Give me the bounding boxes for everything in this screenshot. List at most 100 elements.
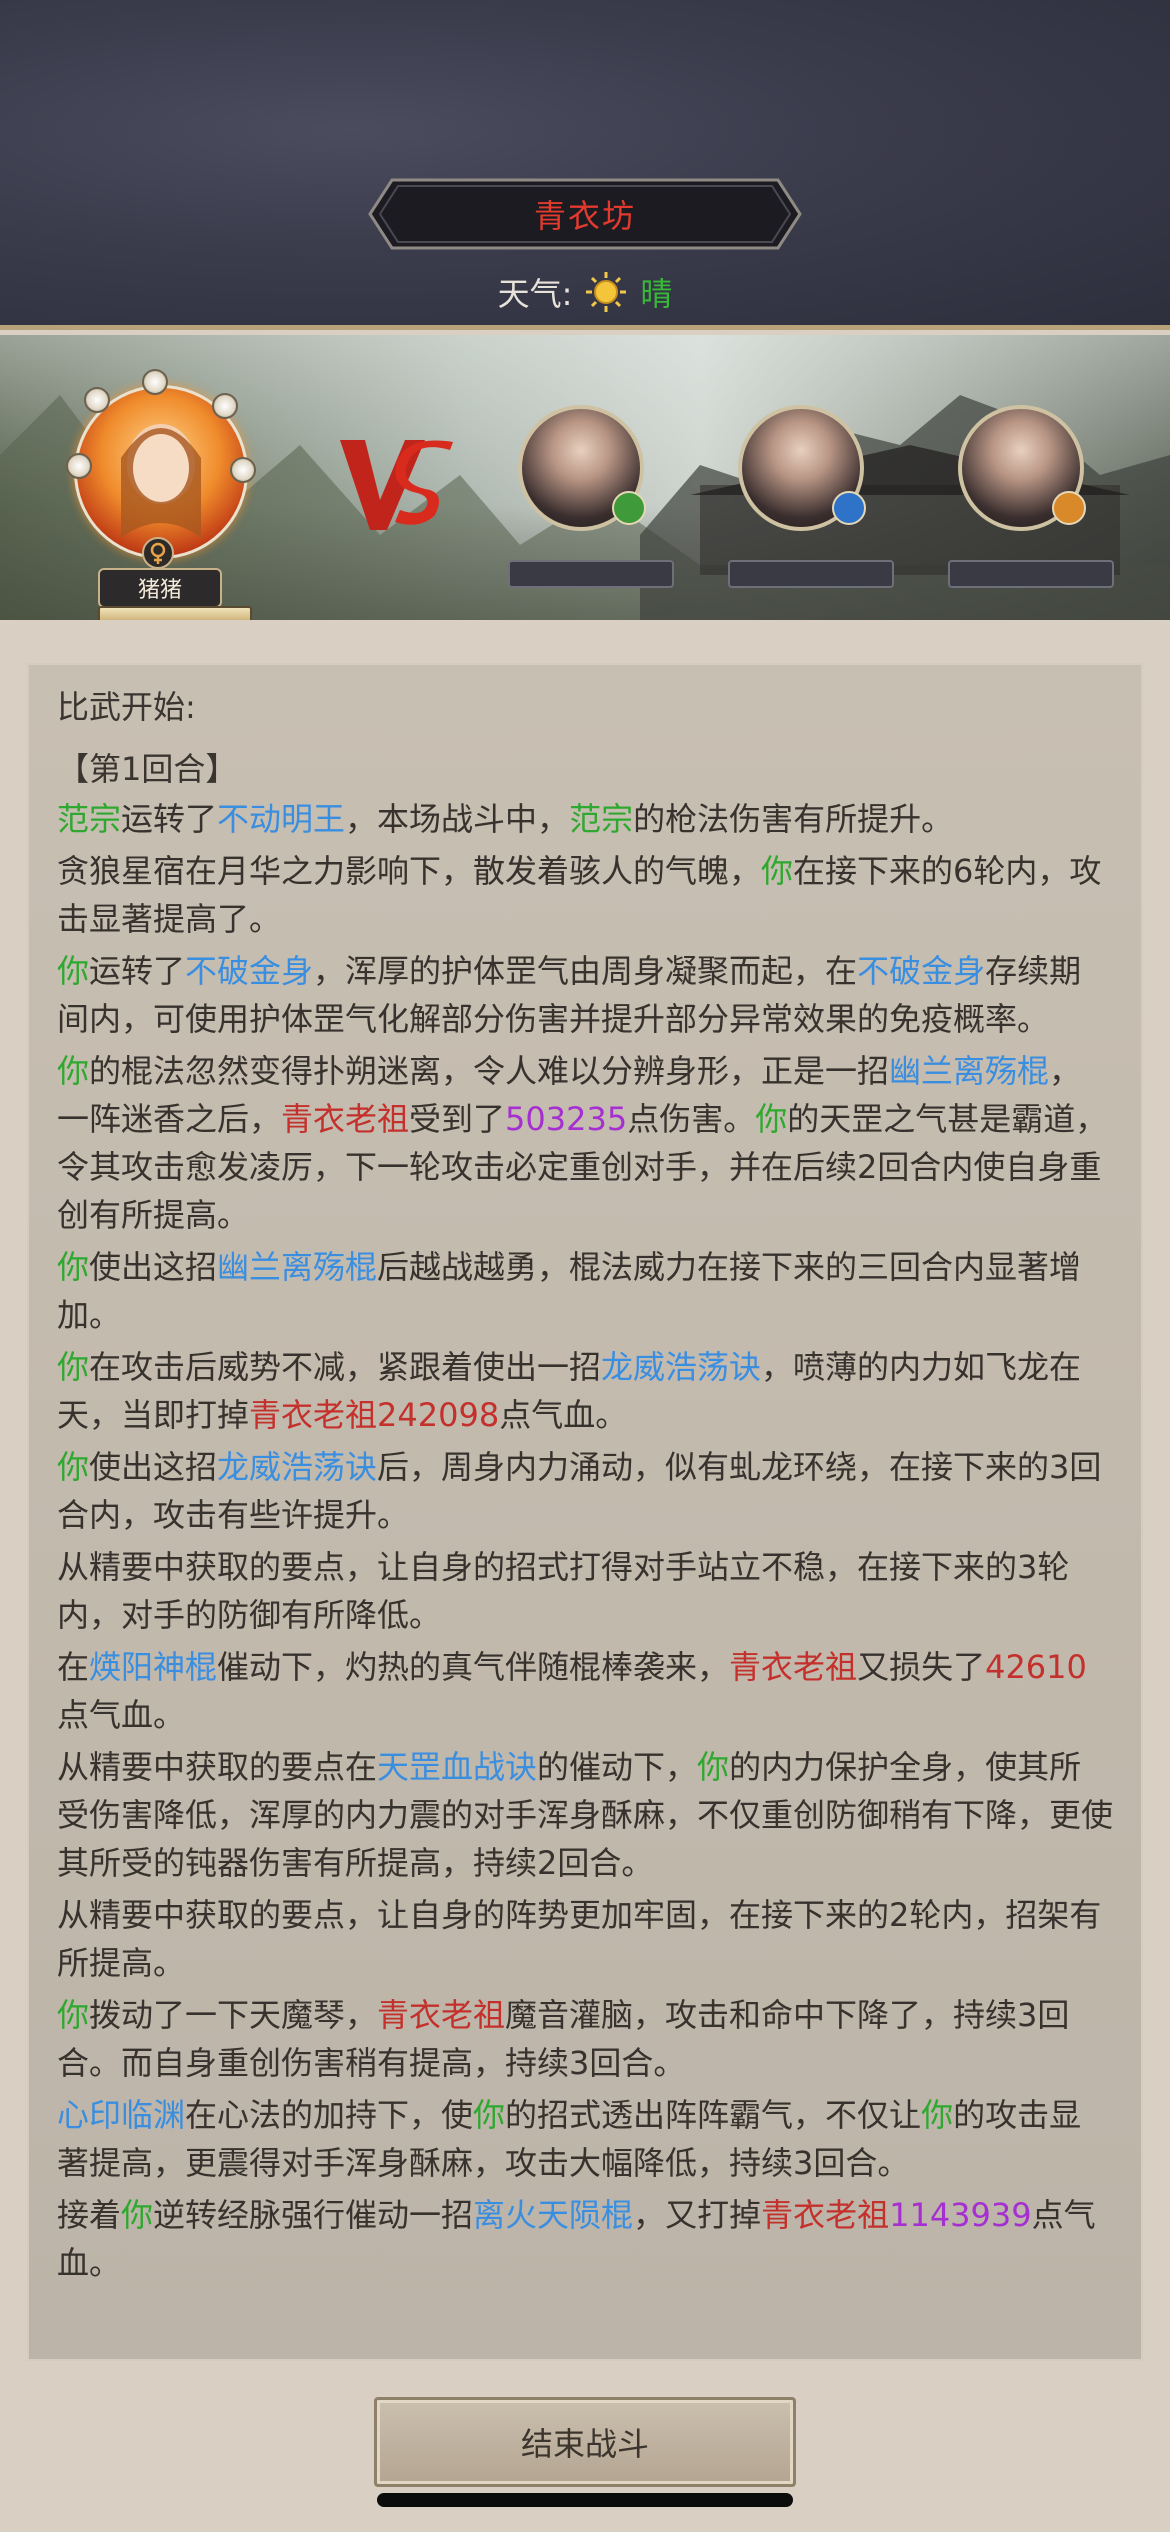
log-highlight-purple: 1143939: [889, 2196, 1032, 2234]
log-text: 受到了: [409, 1100, 506, 1138]
log-highlight-green: 范宗: [569, 800, 634, 838]
log-highlight-red: 青衣老祖: [281, 1100, 410, 1138]
skill-orb-icon: [66, 453, 92, 479]
female-gender-icon: [142, 537, 174, 569]
log-entry: 你运转了不破金身，浑厚的护体罡气由周身凝聚而起，在不破金身存续期间内，可使用护体…: [57, 947, 1113, 1043]
title-plate: 青衣坊: [354, 178, 816, 250]
log-highlight-red: 青衣老祖242098: [249, 1396, 500, 1434]
end-battle-button[interactable]: 结束战斗: [374, 2397, 796, 2487]
log-text: 的催动下，: [537, 1748, 698, 1786]
player-avatar[interactable]: 猪猪: [62, 369, 262, 620]
log-text: 运转了: [89, 952, 186, 990]
log-text: 从精要中获取的要点在: [57, 1748, 378, 1786]
log-entries: 范宗运转了不动明王，本场战斗中，范宗的枪法伤害有所提升。 贪狼星宿在月华之力影响下…: [57, 795, 1113, 2287]
log-highlight-blue: 龙威浩荡诀: [217, 1448, 378, 1486]
log-text: 从精要中获取的要点，让自身的招式打得对手站立不稳，在接下来的3轮内，对手的防御有…: [57, 1548, 1070, 1634]
log-highlight-red: 42610: [985, 1648, 1087, 1686]
enemy-card-2[interactable]: [728, 405, 894, 605]
log-entry: 你的棍法忽然变得扑朔迷离，令人难以分辨身形，正是一招幽兰离殇棍，一阵迷香之后，青…: [57, 1047, 1113, 1239]
log-text: 拨动了一下天魔琴，: [89, 1996, 378, 2034]
player-hp-bar: [98, 606, 252, 620]
log-entry: 在煐阳神棍催动下，灼热的真气伴随棍棒袭来，青衣老祖又损失了42610 点气血。: [57, 1643, 1113, 1739]
log-text: 运转了: [121, 800, 218, 838]
sword-badge-icon: [612, 491, 646, 525]
log-text: 的枪法伤害有所提升。: [633, 800, 954, 838]
log-text: 使出这招: [89, 1248, 218, 1286]
log-text: 逆转经脉强行催动一招: [153, 2196, 474, 2234]
log-entry: 从精要中获取的要点在天罡血战诀的催动下，你的内力保护全身，使其所受伤害降低，浑厚…: [57, 1743, 1113, 1887]
enemy-hp-bar: [948, 560, 1114, 588]
log-text: 使出这招: [89, 1448, 218, 1486]
log-text: ，本场战斗中，: [345, 800, 570, 838]
enemy-card-3[interactable]: [948, 405, 1114, 605]
battle-strip: 猪猪: [0, 335, 1170, 620]
enemy-hp-bar: [508, 560, 674, 588]
log-highlight-blue: 不破金身: [857, 952, 986, 990]
log-highlight-red: 青衣老祖: [729, 1648, 858, 1686]
log-text: 在: [57, 1648, 90, 1686]
log-text: 点气血。: [499, 1396, 628, 1434]
log-highlight-green: 你: [57, 1348, 90, 1386]
log-highlight-blue: 不动明王: [217, 800, 346, 838]
log-highlight-green: 你: [755, 1100, 788, 1138]
log-intro: 比武开始:: [57, 688, 196, 726]
log-highlight-blue: 离火天陨棍: [473, 2196, 634, 2234]
log-entry: 心印临渊在心法的加持下，使你的招式透出阵阵霸气，不仅让你的攻击显著提高，更震得对…: [57, 2091, 1113, 2187]
log-highlight-red: 青衣老祖: [761, 2196, 890, 2234]
log-text: 从精要中获取的要点，让自身的阵势更加牢固，在接下来的2轮内，招架有所提高。: [57, 1896, 1102, 1982]
home-indicator: [377, 2493, 793, 2507]
log-highlight-green: 范宗: [57, 800, 122, 838]
log-text: 催动下，灼热的真气伴随棍棒袭来，: [217, 1648, 730, 1686]
log-highlight-blue: 心印临渊: [57, 2096, 186, 2134]
log-entry: 你拨动了一下天魔琴，青衣老祖魔音灌脑，攻击和命中下降了，持续3回合。而自身重创伤…: [57, 1991, 1113, 2087]
log-text: 点气血。: [57, 1696, 186, 1734]
log-text: 在心法的加持下，使: [185, 2096, 474, 2134]
round-title: 【第1回合】: [57, 750, 238, 788]
log-entry: 你在攻击后威势不减，紧跟着使出一招龙威浩荡诀，喷薄的内力如飞龙在天，当即打掉青衣…: [57, 1343, 1113, 1439]
log-highlight-purple: 503235: [505, 1100, 628, 1138]
log-text: 的棍法忽然变得扑朔迷离，令人难以分辨身形，正是一招: [89, 1052, 890, 1090]
battle-log-panel[interactable]: 比武开始: 【第1回合】 范宗运转了不动明王，本场战斗中，范宗的枪法伤害有所提升…: [27, 663, 1143, 2361]
log-entry: 从精要中获取的要点，让自身的招式打得对手站立不稳，在接下来的3轮内，对手的防御有…: [57, 1543, 1113, 1639]
log-highlight-blue: 幽兰离殇棍: [217, 1248, 378, 1286]
player-name: 猪猪: [98, 568, 222, 608]
skill-orb-icon: [230, 457, 256, 483]
log-text: 贪狼星宿在月华之力影响下，散发着骇人的气魄，: [57, 852, 762, 890]
log-entry: 接着你逆转经脉强行催动一招离火天陨棍，又打掉青衣老祖1143939点气血。: [57, 2191, 1113, 2287]
log-highlight-blue: 煐阳神棍: [89, 1648, 218, 1686]
log-highlight-green: 你: [761, 852, 794, 890]
enemy-card-1[interactable]: [508, 405, 674, 605]
log-highlight-red: 青衣老祖: [377, 1996, 506, 2034]
log-highlight-green: 你: [921, 2096, 954, 2134]
log-highlight-blue: 不破金身: [185, 952, 314, 990]
skill-orb-icon: [212, 393, 238, 419]
log-text: 在攻击后威势不减，紧跟着使出一招: [89, 1348, 602, 1386]
log-text: ，又打掉: [633, 2196, 762, 2234]
skill-orb-icon: [142, 369, 168, 395]
log-text: 的招式透出阵阵霸气，不仅让: [505, 2096, 922, 2134]
log-highlight-green: 你: [121, 2196, 154, 2234]
log-text: 点伤害。: [627, 1100, 756, 1138]
log-entry: 你使出这招幽兰离殇棍后越战越勇，棍法威力在接下来的三回合内显著增加。: [57, 1243, 1113, 1339]
vs-emblem-icon: [340, 440, 453, 530]
skill-orb-icon: [84, 387, 110, 413]
log-text: ，浑厚的护体罡气由周身凝聚而起，在: [313, 952, 858, 990]
log-highlight-green: 你: [697, 1748, 730, 1786]
log-entry: 从精要中获取的要点，让自身的阵势更加牢固，在接下来的2轮内，招架有所提高。: [57, 1891, 1113, 1987]
log-highlight-blue: 龙威浩荡诀: [601, 1348, 762, 1386]
log-entry: 你使出这招龙威浩荡诀后，周身内力涌动，似有虬龙环绕，在接下来的3回合内，攻击有些…: [57, 1443, 1113, 1539]
page-title: 青衣坊: [533, 197, 636, 235]
log-text: 又损失了: [857, 1648, 986, 1686]
enemy-hp-bar: [728, 560, 894, 588]
log-highlight-blue: 天罡血战诀: [377, 1748, 538, 1786]
log-entry: 贪狼星宿在月华之力影响下，散发着骇人的气魄，你在接下来的6轮内，攻击显著提高了。: [57, 847, 1113, 943]
log-highlight-green: 你: [57, 952, 90, 990]
header-banner: 青衣坊 天气: 晴: [0, 0, 1170, 330]
sun-icon: [586, 272, 627, 312]
weather-value: 晴: [640, 275, 673, 313]
log-highlight-green: 你: [57, 1448, 90, 1486]
log-highlight-blue: 幽兰离殇棍: [889, 1052, 1050, 1090]
log-entry: 范宗运转了不动明王，本场战斗中，范宗的枪法伤害有所提升。: [57, 795, 1113, 843]
log-highlight-green: 你: [57, 1052, 90, 1090]
weather-row: 天气: 晴: [0, 266, 1170, 318]
